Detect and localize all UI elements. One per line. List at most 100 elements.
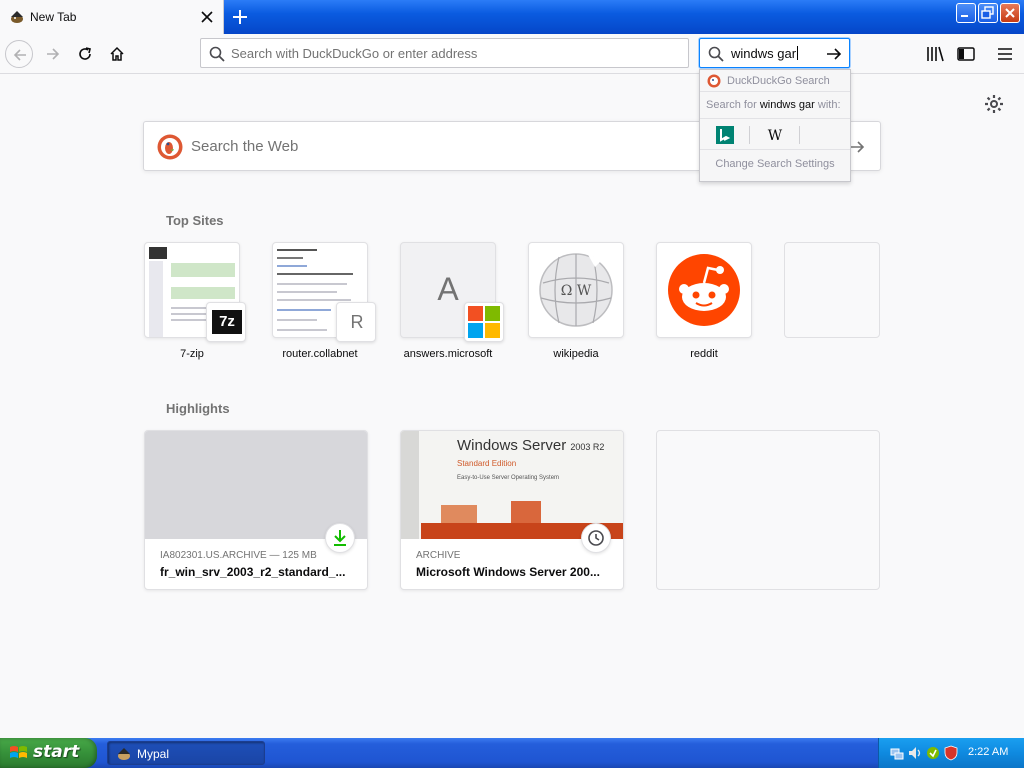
system-tray: 2:22 AM <box>878 738 1024 768</box>
change-search-settings-link[interactable]: Change Search Settings <box>700 158 850 170</box>
duckduckgo-logo-icon <box>157 134 183 160</box>
svg-text:W: W <box>768 128 783 144</box>
highlight-card-empty <box>656 430 880 590</box>
sidebar-toggle-icon[interactable] <box>955 43 977 65</box>
restore-button[interactable] <box>978 3 998 23</box>
library-icon[interactable] <box>924 43 946 65</box>
start-button[interactable]: start <box>0 738 97 768</box>
back-arrow-icon <box>13 49 26 61</box>
highlights-heading: Highlights <box>166 401 230 416</box>
volume-icon[interactable] <box>907 745 923 761</box>
dropdown-engine-label: DuckDuckGo Search <box>727 75 830 87</box>
top-site-label: wikipedia <box>553 348 599 360</box>
search-icon <box>708 46 724 62</box>
microsoft-logo-icon <box>468 306 500 338</box>
back-button[interactable] <box>5 40 33 68</box>
menu-hamburger-icon[interactable] <box>994 43 1016 65</box>
settings-gear-icon[interactable] <box>984 94 1004 114</box>
wikipedia-icon[interactable]: W <box>766 126 784 144</box>
top-sites-heading: Top Sites <box>166 213 224 228</box>
search-bar-value[interactable]: windws gar <box>731 46 799 61</box>
preview-line <box>277 329 327 331</box>
clock: 2:22 AM <box>968 746 1009 758</box>
taskbar: start Mypal 2:22 AM <box>0 738 1024 768</box>
search-suggestions-dropdown: DuckDuckGo Search Search for windws gar … <box>699 69 851 182</box>
top-site-label: answers.microsoft <box>403 348 493 360</box>
box-block <box>441 505 477 523</box>
engine-separator <box>799 126 800 144</box>
site-badge: 7z <box>206 302 246 342</box>
preview-table <box>171 263 235 277</box>
box-block <box>511 501 541 523</box>
site-thumbnail <box>656 242 752 338</box>
taskbar-item-label: Mypal <box>137 747 170 761</box>
search-for-text: Search for windws gar with: <box>706 99 841 111</box>
highlight-card-archive[interactable]: Windows Server 2003 R2 Standard Edition … <box>400 430 624 590</box>
home-icon <box>110 46 124 61</box>
url-bar[interactable] <box>200 38 689 68</box>
download-icon <box>334 530 346 546</box>
forward-arrow-icon <box>47 48 60 60</box>
highlight-title: fr_win_srv_2003_r2_standard_... <box>160 565 346 579</box>
close-window-button[interactable] <box>1000 3 1020 23</box>
windows-flag-icon <box>10 746 27 758</box>
highlight-card-download[interactable]: IA802301.US.ARCHIVE — 125 MB fr_win_srv_… <box>144 430 368 590</box>
reload-button[interactable] <box>71 40 99 68</box>
preview-line <box>277 257 303 259</box>
highlight-title: Microsoft Windows Server 200... <box>416 565 600 579</box>
security-shield-icon[interactable] <box>943 745 959 761</box>
box-title: Windows Server 2003 R2 <box>457 437 605 454</box>
reload-icon <box>79 47 91 60</box>
tab-title: New Tab <box>30 10 77 24</box>
box-subtitle: Easy-to-Use Server Operating System <box>457 475 560 481</box>
preview-line <box>277 291 337 293</box>
top-site-label: router.collabnet <box>282 348 358 360</box>
box-spine <box>401 431 419 539</box>
site-thumbnail <box>784 242 880 338</box>
one-off-engines: W <box>700 118 850 150</box>
preview-line <box>277 283 347 285</box>
box-edition: Standard Edition <box>457 459 517 468</box>
search-bar[interactable]: windws gar <box>699 38 850 68</box>
tab-new-tab[interactable]: New Tab <box>0 0 224 34</box>
search-icon <box>209 46 225 62</box>
update-icon[interactable] <box>925 745 941 761</box>
clock-icon <box>588 530 604 546</box>
highlight-badge <box>325 523 355 553</box>
site-thumbnail: Ω W <box>528 242 624 338</box>
minimize-icon <box>961 15 968 17</box>
wiki-globe-letters: Ω W <box>561 283 592 299</box>
duckduckgo-icon <box>707 74 721 88</box>
url-input[interactable] <box>231 44 671 63</box>
minimize-button[interactable] <box>956 3 976 23</box>
preview-line <box>277 249 317 251</box>
engine-separator <box>749 126 750 144</box>
wikipedia-globe-icon: Ω W <box>539 253 613 327</box>
preview-line <box>277 309 331 311</box>
preview-sidebar <box>149 261 163 337</box>
navigation-toolbar: windws gar <box>0 34 1024 74</box>
restore-icon <box>981 6 994 19</box>
new-tab-plus-icon[interactable] <box>228 5 252 29</box>
top-site-label: 7-zip <box>180 348 204 360</box>
bing-icon[interactable] <box>716 126 734 144</box>
preview-line <box>277 265 307 267</box>
start-label: start <box>33 742 80 762</box>
highlight-meta: ARCHIVE <box>416 550 461 561</box>
network-icon[interactable] <box>889 745 905 761</box>
highlight-meta: IA802301.US.ARCHIVE — 125 MB <box>160 550 317 561</box>
mypal-icon <box>11 11 23 23</box>
taskbar-item-mypal[interactable]: Mypal <box>107 741 265 765</box>
highlight-badge <box>581 523 611 553</box>
mypal-icon <box>118 748 130 760</box>
dropdown-engine-header[interactable]: DuckDuckGo Search <box>700 70 850 92</box>
preview-line <box>277 273 353 275</box>
preview-table <box>171 287 235 299</box>
preview-line <box>277 299 351 301</box>
top-site-label: reddit <box>690 348 718 360</box>
web-search-placeholder: Search the Web <box>191 138 299 155</box>
search-go-arrow-icon[interactable] <box>825 45 843 63</box>
home-button[interactable] <box>103 40 131 68</box>
forward-button[interactable] <box>39 40 67 68</box>
close-tab-icon[interactable] <box>198 8 216 26</box>
